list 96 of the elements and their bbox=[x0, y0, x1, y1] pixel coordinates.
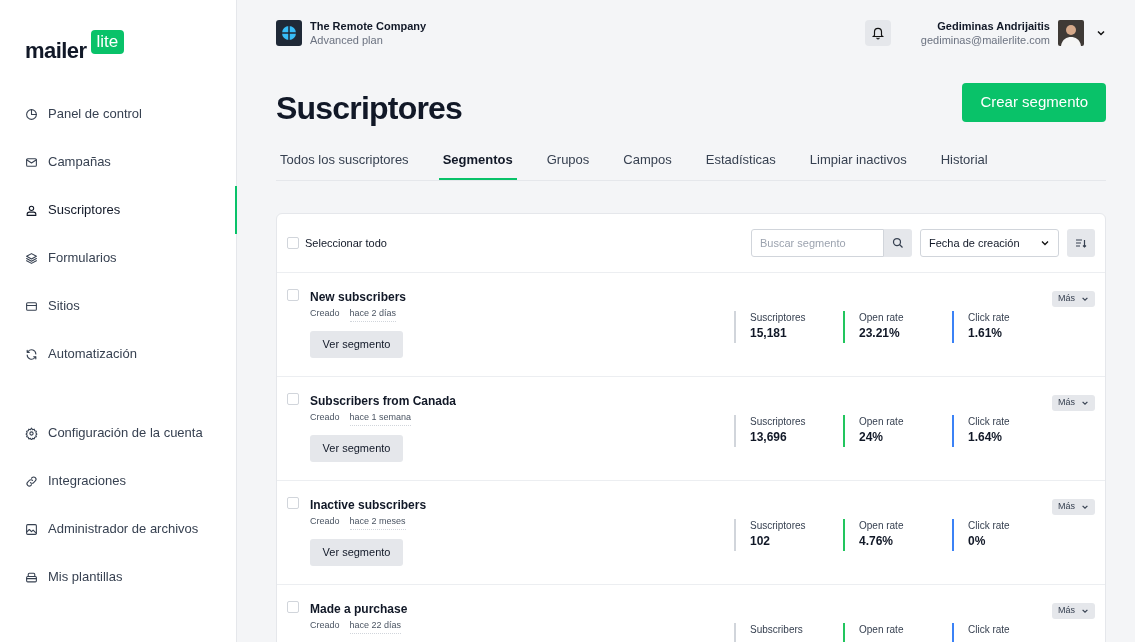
chevron-down-icon bbox=[1081, 399, 1089, 407]
company-logo-icon bbox=[276, 20, 302, 46]
sidebar-item[interactable]: Administrador de archivos bbox=[0, 505, 236, 553]
sort-dropdown[interactable]: Fecha de creación bbox=[920, 229, 1059, 257]
user-email: gediminas@mailerlite.com bbox=[920, 33, 1050, 47]
stat-label: Subscribers bbox=[750, 623, 804, 637]
plan-label: Advanced plan bbox=[310, 33, 384, 47]
sidebar-item[interactable]: Panel de control bbox=[0, 90, 236, 138]
link-icon bbox=[25, 474, 38, 488]
sidebar-item[interactable]: Configuración de la cuenta bbox=[0, 409, 236, 457]
sort-order-button[interactable] bbox=[1067, 229, 1095, 257]
stat-label: Open rate bbox=[859, 415, 905, 429]
settings-icon bbox=[25, 426, 38, 440]
view-segment-button[interactable]: Ver segmento bbox=[310, 330, 403, 358]
sort-icon bbox=[1075, 237, 1087, 249]
more-dropdown[interactable]: Más bbox=[1052, 291, 1095, 307]
tab[interactable]: Limpiar inactivos bbox=[805, 142, 911, 180]
chevron-down-icon bbox=[1081, 607, 1089, 615]
stat-value: 0% bbox=[968, 533, 987, 549]
company-name: The Remote Company bbox=[310, 19, 427, 33]
page-title: Suscriptores bbox=[276, 89, 463, 128]
created-label: Creado bbox=[310, 307, 340, 320]
segment-name[interactable]: New subscribers bbox=[310, 289, 734, 305]
created-date: hace 2 días bbox=[349, 307, 397, 322]
segment-name[interactable]: Subscribers from Canada bbox=[310, 393, 734, 409]
created-date: hace 22 días bbox=[349, 619, 402, 634]
created-label: Creado bbox=[310, 411, 340, 424]
checkbox[interactable] bbox=[287, 237, 299, 249]
sidebar-item[interactable]: Sitios bbox=[0, 282, 236, 330]
sidebar-item[interactable]: Integraciones bbox=[0, 457, 236, 505]
view-segment-button[interactable]: Ver segmento bbox=[310, 538, 403, 566]
tab[interactable]: Historial bbox=[936, 142, 992, 180]
stat-value: 1.64% bbox=[968, 429, 1003, 445]
stat-label: Open rate bbox=[859, 623, 905, 637]
user-name: Gediminas Andrijaitis bbox=[937, 19, 1050, 33]
stat-label: Suscriptores bbox=[750, 415, 807, 429]
stat-label: Open rate bbox=[859, 519, 905, 533]
search-icon bbox=[892, 237, 904, 249]
chevron-down-icon[interactable] bbox=[1096, 28, 1106, 38]
created-date: hace 1 semana bbox=[349, 411, 412, 426]
stat-value: 23.21% bbox=[859, 325, 901, 341]
envelope-icon bbox=[25, 155, 38, 169]
checkbox[interactable] bbox=[287, 497, 299, 509]
refresh-icon bbox=[25, 347, 38, 361]
avatar-icon[interactable] bbox=[1058, 20, 1084, 46]
stat-value: 102 bbox=[750, 533, 771, 549]
chevron-down-icon bbox=[1081, 503, 1089, 511]
stat-label: Open rate bbox=[859, 311, 905, 325]
layers-icon bbox=[25, 251, 38, 265]
created-label: Creado bbox=[310, 619, 340, 632]
segment-name[interactable]: Inactive subscribers bbox=[310, 497, 734, 513]
sidebar-item[interactable]: Formularios bbox=[0, 234, 236, 282]
checkbox[interactable] bbox=[287, 289, 299, 301]
more-dropdown[interactable]: Más bbox=[1052, 603, 1095, 619]
stat-value: 1.61% bbox=[968, 325, 1003, 341]
segment-name[interactable]: Made a purchase bbox=[310, 601, 734, 617]
sidebar-item[interactable]: Suscriptores bbox=[0, 186, 237, 234]
logo-wordmark: mailer bbox=[25, 37, 87, 65]
checkbox[interactable] bbox=[287, 601, 299, 613]
stat-label: Click rate bbox=[968, 623, 1011, 637]
stat-label: Click rate bbox=[968, 311, 1011, 325]
search-field[interactable]: Buscar segmento bbox=[751, 229, 884, 257]
browser-icon bbox=[25, 299, 38, 313]
tab[interactable]: Todos los suscriptores bbox=[276, 142, 413, 180]
tab[interactable]: Segmentos bbox=[438, 142, 517, 180]
stat-label: Click rate bbox=[968, 415, 1011, 429]
created-label: Creado bbox=[310, 515, 340, 528]
notifications-button[interactable] bbox=[864, 20, 891, 46]
stat-label: Suscriptores bbox=[750, 311, 807, 325]
sidebar-item[interactable]: Campañas bbox=[0, 138, 236, 186]
tab[interactable]: Grupos bbox=[542, 142, 594, 180]
stat-label: Suscriptores bbox=[750, 519, 807, 533]
stat-value: 13,696 bbox=[750, 429, 788, 445]
view-segment-button[interactable]: Ver segmento bbox=[310, 434, 403, 462]
select-all-label[interactable]: Seleccionar todo bbox=[305, 234, 751, 252]
tab[interactable]: Estadísticas bbox=[701, 142, 780, 180]
stat-value: 24% bbox=[859, 429, 884, 445]
created-date: hace 2 meses bbox=[349, 515, 406, 530]
tab[interactable]: Campos bbox=[619, 142, 676, 180]
stat-value: 15,181 bbox=[750, 325, 788, 341]
chevron-down-icon bbox=[1081, 295, 1089, 303]
search-button[interactable] bbox=[884, 229, 912, 257]
sidebar-item[interactable]: Automatización bbox=[0, 330, 236, 378]
logo-badge: lite bbox=[90, 30, 125, 54]
sidebar-item[interactable]: Mis plantillas bbox=[0, 553, 236, 601]
image-icon bbox=[25, 522, 38, 536]
more-dropdown[interactable]: Más bbox=[1052, 499, 1095, 515]
more-dropdown[interactable]: Más bbox=[1052, 395, 1095, 411]
bell-icon bbox=[870, 26, 885, 40]
stat-value: 4.76% bbox=[859, 533, 894, 549]
stat-label: Click rate bbox=[968, 519, 1011, 533]
checkbox[interactable] bbox=[287, 393, 299, 405]
clock-icon bbox=[25, 107, 38, 121]
chevron-down-icon bbox=[1040, 238, 1050, 248]
user-icon bbox=[25, 203, 38, 217]
stack-icon bbox=[25, 570, 38, 584]
